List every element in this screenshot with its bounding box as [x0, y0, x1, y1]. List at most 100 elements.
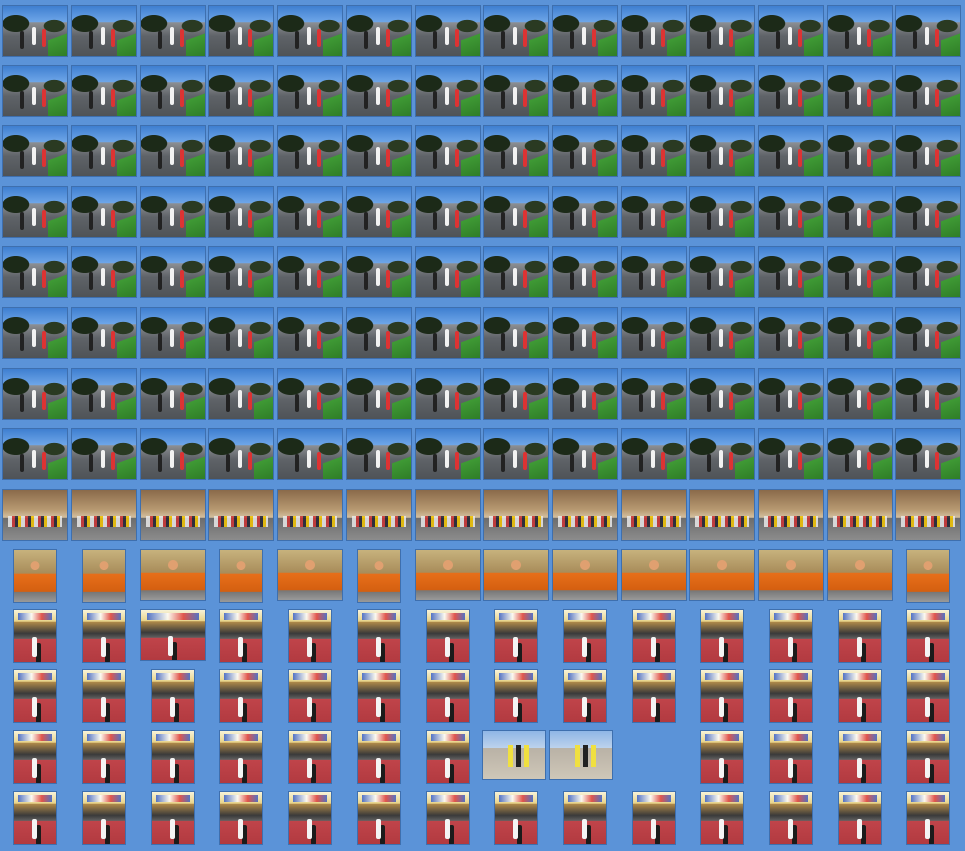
photo-thumbnail[interactable]: [346, 5, 412, 57]
photo-thumbnail[interactable]: [895, 186, 961, 238]
photo-thumbnail[interactable]: [2, 307, 68, 359]
photo-thumbnail[interactable]: [483, 549, 549, 601]
photo-thumbnail[interactable]: [621, 489, 687, 541]
photo-thumbnail[interactable]: [552, 489, 618, 541]
photo-thumbnail[interactable]: [827, 489, 893, 541]
photo-thumbnail[interactable]: [895, 489, 961, 541]
photo-thumbnail[interactable]: [700, 791, 744, 845]
photo-thumbnail[interactable]: [346, 65, 412, 117]
photo-thumbnail[interactable]: [277, 428, 343, 480]
photo-thumbnail[interactable]: [906, 549, 950, 603]
photo-thumbnail[interactable]: [483, 186, 549, 238]
photo-thumbnail[interactable]: [483, 489, 549, 541]
photo-thumbnail[interactable]: [140, 65, 206, 117]
photo-thumbnail[interactable]: [827, 65, 893, 117]
photo-thumbnail[interactable]: [689, 246, 755, 298]
photo-thumbnail[interactable]: [415, 549, 481, 601]
photo-thumbnail[interactable]: [415, 5, 481, 57]
photo-thumbnail[interactable]: [219, 549, 263, 603]
photo-thumbnail[interactable]: [71, 428, 137, 480]
photo-thumbnail[interactable]: [838, 730, 882, 784]
photo-thumbnail[interactable]: [895, 5, 961, 57]
photo-thumbnail[interactable]: [140, 125, 206, 177]
photo-thumbnail[interactable]: [483, 428, 549, 480]
photo-thumbnail[interactable]: [415, 186, 481, 238]
photo-thumbnail[interactable]: [838, 669, 882, 723]
photo-thumbnail[interactable]: [769, 730, 813, 784]
photo-thumbnail[interactable]: [895, 125, 961, 177]
photo-thumbnail[interactable]: [151, 730, 195, 784]
photo-thumbnail[interactable]: [552, 186, 618, 238]
photo-thumbnail[interactable]: [827, 428, 893, 480]
photo-thumbnail[interactable]: [621, 428, 687, 480]
photo-thumbnail[interactable]: [2, 368, 68, 420]
photo-thumbnail[interactable]: [426, 669, 470, 723]
photo-thumbnail[interactable]: [700, 609, 744, 663]
photo-thumbnail[interactable]: [552, 428, 618, 480]
photo-thumbnail[interactable]: [277, 549, 343, 601]
photo-thumbnail[interactable]: [277, 125, 343, 177]
photo-thumbnail[interactable]: [357, 609, 401, 663]
photo-thumbnail[interactable]: [621, 246, 687, 298]
photo-thumbnail[interactable]: [13, 669, 57, 723]
photo-thumbnail[interactable]: [357, 549, 401, 603]
photo-thumbnail[interactable]: [758, 65, 824, 117]
photo-thumbnail[interactable]: [277, 5, 343, 57]
photo-thumbnail[interactable]: [140, 368, 206, 420]
photo-thumbnail[interactable]: [140, 5, 206, 57]
photo-thumbnail[interactable]: [838, 609, 882, 663]
photo-thumbnail[interactable]: [13, 730, 57, 784]
photo-thumbnail[interactable]: [563, 609, 607, 663]
photo-thumbnail[interactable]: [140, 307, 206, 359]
photo-thumbnail[interactable]: [827, 186, 893, 238]
photo-thumbnail[interactable]: [13, 549, 57, 603]
photo-thumbnail[interactable]: [700, 669, 744, 723]
photo-thumbnail[interactable]: [415, 368, 481, 420]
photo-thumbnail[interactable]: [483, 5, 549, 57]
photo-thumbnail[interactable]: [689, 65, 755, 117]
photo-thumbnail[interactable]: [151, 791, 195, 845]
photo-thumbnail[interactable]: [346, 368, 412, 420]
photo-thumbnail[interactable]: [769, 669, 813, 723]
photo-thumbnail[interactable]: [494, 609, 538, 663]
photo-thumbnail[interactable]: [689, 125, 755, 177]
photo-thumbnail[interactable]: [71, 125, 137, 177]
photo-thumbnail[interactable]: [415, 307, 481, 359]
photo-thumbnail[interactable]: [632, 791, 676, 845]
photo-thumbnail[interactable]: [415, 125, 481, 177]
photo-thumbnail[interactable]: [2, 246, 68, 298]
photo-thumbnail[interactable]: [288, 669, 332, 723]
photo-thumbnail[interactable]: [483, 307, 549, 359]
photo-thumbnail[interactable]: [758, 428, 824, 480]
photo-thumbnail[interactable]: [621, 125, 687, 177]
photo-thumbnail[interactable]: [346, 428, 412, 480]
photo-thumbnail[interactable]: [71, 65, 137, 117]
photo-thumbnail[interactable]: [552, 246, 618, 298]
photo-thumbnail[interactable]: [632, 609, 676, 663]
photo-thumbnail[interactable]: [689, 5, 755, 57]
photo-thumbnail[interactable]: [208, 5, 274, 57]
photo-thumbnail[interactable]: [827, 246, 893, 298]
photo-thumbnail[interactable]: [621, 65, 687, 117]
photo-thumbnail[interactable]: [277, 65, 343, 117]
photo-thumbnail[interactable]: [758, 368, 824, 420]
photo-thumbnail[interactable]: [219, 791, 263, 845]
photo-thumbnail[interactable]: [346, 307, 412, 359]
photo-thumbnail[interactable]: [2, 186, 68, 238]
photo-thumbnail[interactable]: [827, 125, 893, 177]
photo-thumbnail[interactable]: [346, 246, 412, 298]
photo-thumbnail[interactable]: [71, 368, 137, 420]
photo-thumbnail[interactable]: [549, 730, 613, 780]
photo-thumbnail[interactable]: [483, 125, 549, 177]
photo-thumbnail[interactable]: [13, 609, 57, 663]
photo-thumbnail[interactable]: [288, 791, 332, 845]
photo-thumbnail[interactable]: [689, 368, 755, 420]
photo-thumbnail[interactable]: [208, 125, 274, 177]
photo-thumbnail[interactable]: [689, 186, 755, 238]
photo-thumbnail[interactable]: [140, 246, 206, 298]
photo-thumbnail[interactable]: [415, 428, 481, 480]
photo-thumbnail[interactable]: [895, 246, 961, 298]
photo-thumbnail[interactable]: [494, 791, 538, 845]
photo-thumbnail[interactable]: [288, 609, 332, 663]
photo-thumbnail[interactable]: [2, 65, 68, 117]
